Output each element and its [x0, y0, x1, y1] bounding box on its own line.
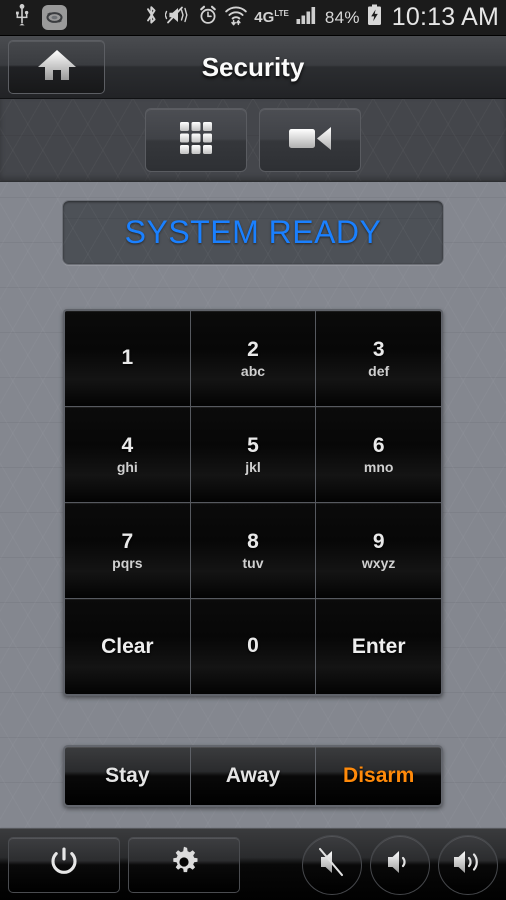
key-label: 3 [372, 337, 385, 361]
bottom-toolbar [0, 828, 506, 900]
4g-lte-icon: 4G LTE [254, 9, 289, 26]
key-7[interactable]: 7 pqrs [65, 503, 190, 598]
key-letters: def [368, 363, 390, 380]
key-label: Enter [351, 634, 406, 658]
key-label: 2 [247, 337, 259, 361]
key-label: 0 [247, 634, 259, 658]
system-status-text: SYSTEM READY [124, 214, 382, 250]
usb-icon [14, 4, 30, 31]
battery-charging-icon [367, 4, 382, 31]
cell-signal-icon [296, 5, 318, 30]
home-button[interactable] [8, 40, 105, 94]
status-bar-right-icons: 4G LTE 84% 10:13 AM [145, 3, 499, 32]
security-keypad: 1 2 abc 3 def 4 ghi 5 jkl 6 mno 7 pqrs 8 tuv 9 wxyz Clear… [63, 309, 443, 696]
key-clear[interactable]: Clear [65, 599, 190, 694]
key-1[interactable]: 1 [65, 311, 190, 406]
system-status-display: SYSTEM READY [62, 200, 444, 265]
screen-rotation-icon [42, 5, 67, 30]
key-6[interactable]: 6 mno [316, 407, 441, 502]
system-status-bar: 4G LTE 84% 10:13 AM [0, 0, 506, 36]
vibrate-mute-icon [164, 5, 191, 30]
mode-label: Away [225, 764, 281, 787]
status-bar-clock: 10:13 AM [391, 3, 499, 31]
battery-percent-label: 84% [324, 7, 360, 27]
arm-mode-bar: Stay Away Disarm [63, 745, 443, 807]
gear-icon [167, 845, 201, 884]
network-type-sub: LTE [274, 9, 289, 18]
video-camera-icon [286, 122, 334, 159]
key-letters: ghi [116, 459, 138, 476]
key-label: 6 [372, 433, 385, 457]
mode-label: Stay [105, 764, 150, 787]
settings-button[interactable] [128, 836, 240, 893]
key-9[interactable]: 9 wxyz [316, 503, 441, 598]
key-label: 5 [247, 433, 259, 457]
volume-down-button[interactable] [370, 834, 430, 895]
keypad-grid-icon [177, 119, 215, 162]
key-letters: abc [240, 363, 266, 380]
key-letters: wxyz [361, 555, 396, 572]
volume-low-icon [383, 846, 417, 883]
key-8[interactable]: 8 tuv [190, 503, 316, 598]
key-label: 4 [121, 433, 134, 457]
security-panel-app: 4G LTE 84% 10:13 AM Security SYSTEM READ… [0, 0, 506, 900]
key-letters: mno [363, 459, 394, 476]
main-content: SYSTEM READY 1 2 abc 3 def 4 ghi 5 jkl 6 mno 7 pqrs 8… [0, 182, 506, 828]
tab-bar [0, 99, 506, 182]
key-5[interactable]: 5 jkl [190, 407, 316, 502]
status-bar-left-icons [14, 4, 67, 31]
key-letters: tuv [242, 555, 264, 572]
mode-button-disarm[interactable]: Disarm [316, 747, 441, 805]
home-icon [36, 47, 78, 88]
tab-keypad[interactable] [145, 108, 247, 172]
alarm-clock-icon [198, 5, 218, 31]
key-4[interactable]: 4 ghi [65, 407, 190, 502]
key-letters: jkl [245, 459, 261, 476]
title-bar: Security [0, 36, 506, 99]
key-label: 7 [121, 529, 134, 553]
wifi-icon [225, 5, 248, 31]
tab-cameras[interactable] [259, 108, 361, 172]
mode-button-away[interactable]: Away [190, 747, 316, 805]
key-label: Clear [101, 634, 154, 658]
key-2[interactable]: 2 abc [190, 311, 316, 406]
key-label: 1 [121, 346, 134, 370]
key-letters: pqrs [112, 555, 143, 572]
key-enter[interactable]: Enter [316, 599, 441, 694]
power-button[interactable] [8, 836, 120, 893]
key-3[interactable]: 3 def [316, 311, 441, 406]
network-type-label: 4G [254, 9, 275, 26]
mode-button-stay[interactable]: Stay [65, 747, 190, 805]
mode-label: Disarm [343, 764, 415, 787]
bluetooth-icon [145, 4, 158, 31]
key-label: 9 [372, 529, 385, 553]
mute-button[interactable] [302, 834, 362, 895]
volume-high-icon [450, 846, 486, 883]
volume-up-button[interactable] [438, 834, 498, 895]
key-0[interactable]: 0 [190, 599, 316, 694]
power-icon [47, 845, 81, 884]
volume-mute-icon [315, 846, 349, 883]
key-label: 8 [247, 529, 259, 553]
